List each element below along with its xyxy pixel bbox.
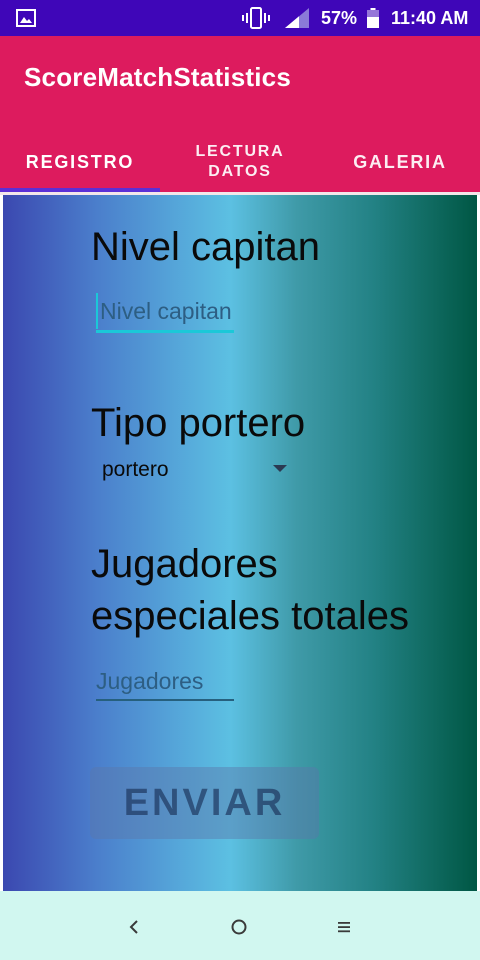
special-players-label-line1: Jugadores [91,542,278,586]
status-bar: 57% 11:40 AM [0,0,480,36]
send-button[interactable]: ENVIAR [90,767,319,839]
special-players-input[interactable] [96,663,234,699]
special-players-label: Jugadores especiales totales [91,538,409,642]
tab-bar: REGISTRO LECTURA DATOS GALERIA [0,132,480,192]
tab-lectura-datos-label: LECTURA DATOS [195,142,284,182]
tab-lectura-datos-line2: DATOS [208,163,272,180]
vibrate-icon [242,7,270,29]
back-icon [129,920,138,934]
nav-back-button[interactable] [120,913,148,941]
dropdown-arrow-icon [273,465,287,472]
signal-icon [285,8,309,28]
system-nav-bar [0,891,480,960]
goalkeeper-type-label: Tipo portero [91,401,306,445]
nav-home-button[interactable] [225,913,253,941]
nav-recents-button[interactable] [330,913,358,941]
captain-level-underline [96,330,234,333]
clock: 11:40 AM [391,8,469,28]
goalkeeper-type-selected: portero [102,458,169,481]
tab-registro[interactable]: REGISTRO [0,132,160,192]
captain-level-label: Nivel capitan [91,225,321,269]
tab-lectura-datos[interactable]: LECTURA DATOS [160,132,320,192]
app-title: ScoreMatchStatistics [24,62,291,92]
recents-icon [338,922,350,933]
captain-level-input[interactable] [96,293,238,329]
app-bar: ScoreMatchStatistics REGISTRO LECTURA DA… [0,36,480,192]
battery-icon [367,8,379,28]
tab-galeria-label: GALERIA [353,151,447,172]
tab-galeria[interactable]: GALERIA [320,132,480,192]
goalkeeper-type-dropdown[interactable]: portero [96,454,296,486]
app-screen: 57% 11:40 AM ScoreMatchStatistics REGIST… [0,0,480,960]
home-icon [231,919,247,935]
tab-registro-label: REGISTRO [25,151,135,172]
battery-percent: 57% [321,8,358,28]
special-players-label-line2: especiales totales [91,594,409,638]
image-notification-icon [16,9,36,27]
tab-lectura-datos-line1: LECTURA [195,143,285,160]
registro-form: Nivel capitan Tipo portero portero Jugad… [3,195,477,891]
special-players-underline [96,699,234,701]
